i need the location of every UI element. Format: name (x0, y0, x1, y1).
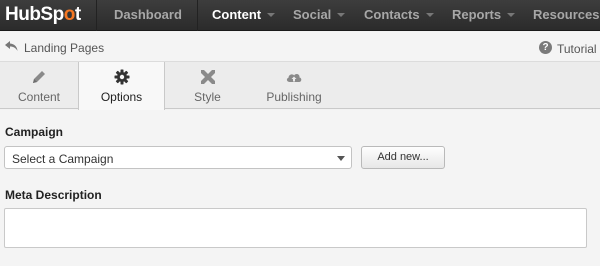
tab-label: Publishing (266, 90, 322, 104)
campaign-select[interactable]: Select a Campaign (4, 146, 352, 169)
chevron-down-icon (425, 12, 434, 17)
meta-description-field[interactable] (4, 208, 587, 248)
tab-options[interactable]: Options (78, 62, 165, 110)
chevron-down-icon (267, 12, 276, 17)
chevron-down-icon (337, 12, 346, 17)
tab-publishing[interactable]: Publishing (250, 62, 338, 109)
nav-item-content[interactable]: Content (212, 7, 276, 22)
editor-tabs: Content Options Style Publishing (0, 62, 600, 110)
breadcrumb-link-landing-pages[interactable]: Landing Pages (24, 41, 104, 55)
pencil-icon (33, 71, 45, 83)
campaign-select-value: Select a Campaign (12, 152, 114, 166)
tab-label: Content (17, 90, 61, 104)
nav-item-social[interactable]: Social (293, 7, 346, 22)
tab-content[interactable]: Content (0, 62, 78, 109)
cloud-upload-icon (286, 74, 302, 82)
back-arrow-icon[interactable] (5, 40, 18, 52)
brush-ruler-icon (200, 70, 215, 84)
nav-item-contacts[interactable]: Contacts (364, 7, 434, 22)
hubspot-logo[interactable]: HubSpot (5, 4, 81, 26)
nav-item-reports[interactable]: Reports (452, 7, 516, 22)
top-nav: HubSpot Dashboard Content Social Contact… (0, 0, 600, 31)
gear-icon (114, 69, 129, 85)
nav-item-dashboard[interactable]: Dashboard (114, 7, 182, 22)
options-form: Campaign Select a Campaign Add new... Me… (0, 110, 600, 266)
campaign-label: Campaign (5, 125, 64, 139)
tutorial-link[interactable]: Tutorial (557, 42, 597, 56)
chevron-down-icon (337, 156, 345, 161)
tab-label: Options (100, 90, 143, 104)
tab-label: Style (194, 90, 221, 104)
nav-divider (197, 0, 198, 31)
question-circle-icon[interactable]: ? (539, 41, 552, 54)
add-new-campaign-button[interactable]: Add new... (361, 146, 445, 169)
nav-divider (96, 0, 97, 31)
meta-description-label: Meta Description (5, 188, 102, 202)
breadcrumb: Landing Pages ? Tutorial (0, 32, 600, 62)
tab-style[interactable]: Style (165, 62, 250, 109)
chevron-down-icon (507, 12, 516, 17)
nav-item-resources[interactable]: Resources (533, 7, 599, 22)
